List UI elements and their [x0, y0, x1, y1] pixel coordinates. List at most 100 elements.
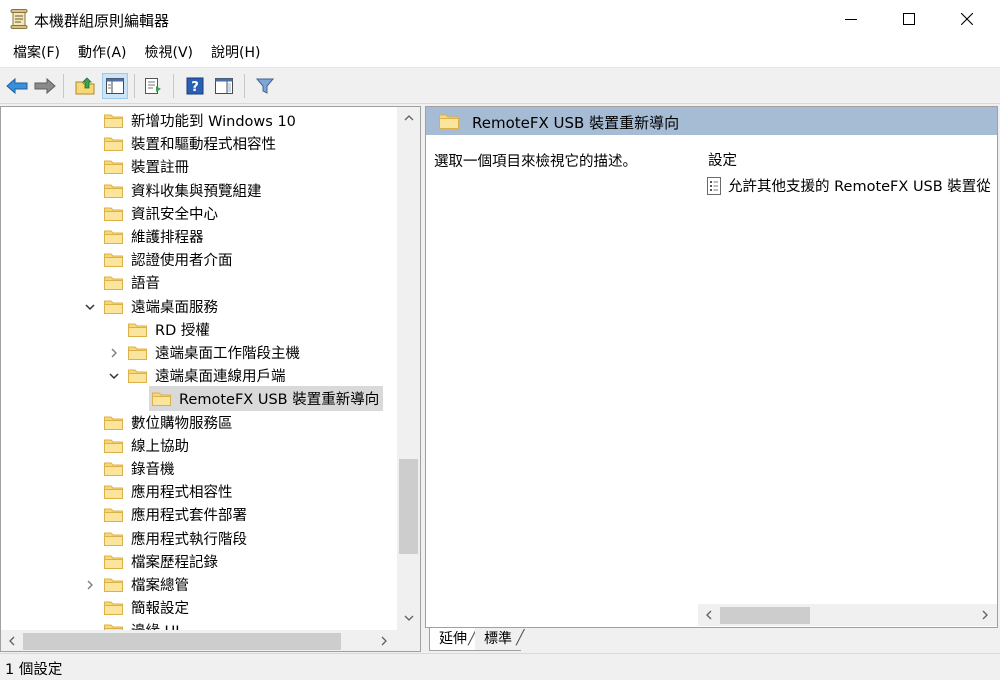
tree-horizontal-scrollbar[interactable] — [1, 630, 397, 651]
tree-item[interactable]: 資訊安全中心 — [101, 202, 222, 225]
tree-pane[interactable]: 新增功能到 Windows 10 裝置和驅動程式相容性裝置註冊資料收集與預覽組建資… — [0, 106, 421, 652]
maximize-button[interactable] — [880, 0, 938, 38]
up-one-level-button[interactable] — [72, 73, 98, 99]
settings-list: 設定 允許其他支援的 RemoteFX USB 裝置從 — [698, 135, 997, 605]
filter-icon — [256, 78, 274, 94]
tree-item-label: 應用程式執行階段 — [131, 531, 247, 548]
details-horizontal-scrollbar[interactable] — [698, 604, 997, 626]
help-button[interactable]: ? — [182, 73, 208, 99]
tree-item[interactable]: 維護排程器 — [101, 225, 208, 248]
folder-icon — [104, 485, 123, 500]
folder-icon — [104, 532, 123, 546]
policy-editor-icon — [10, 9, 28, 29]
scroll-thumb[interactable] — [23, 633, 341, 650]
tree-item[interactable]: 邊緣 UI — [101, 619, 184, 630]
tree-item[interactable]: RD 授權 — [125, 318, 214, 341]
scroll-up-button[interactable] — [397, 107, 420, 129]
tree-item-content: 遠端桌面工作階段主機 — [125, 340, 304, 365]
tree-item[interactable]: 遠端桌面連線用戶端 — [109, 363, 290, 388]
close-button[interactable] — [938, 0, 996, 38]
tree-item-content: 應用程式執行階段 — [101, 526, 251, 551]
tree-item-content: 數位購物服務區 — [101, 410, 237, 435]
tree-item[interactable]: 檔案歷程記錄 — [101, 550, 222, 573]
tree-item[interactable]: 語音 — [101, 271, 164, 294]
export-list-button[interactable] — [141, 73, 167, 99]
folder-icon — [104, 462, 123, 476]
tree-item[interactable]: 裝置和驅動程式相容性 — [101, 132, 280, 155]
tree-item[interactable]: 檔案總管 — [87, 573, 193, 596]
chevron-down-icon[interactable] — [108, 370, 120, 382]
tree-item-content: 應用程式套件部署 — [101, 502, 251, 527]
forward-button[interactable] — [32, 73, 58, 99]
tree-item-label: 應用程式相容性 — [131, 485, 233, 502]
window-title: 本機群組原則編輯器 — [34, 12, 170, 30]
chevron-left-icon — [9, 636, 15, 646]
menu-view[interactable]: 檢視(V) — [138, 41, 201, 65]
description-text: 選取一個項目來檢視它的描述。 — [434, 154, 637, 170]
tree-item-label: 維護排程器 — [131, 230, 204, 246]
scroll-thumb[interactable] — [399, 459, 418, 554]
scroll-thumb[interactable] — [720, 607, 810, 624]
show-hide-action-pane-button[interactable] — [211, 73, 237, 99]
tree-item[interactable]: 簡報設定 — [101, 596, 193, 619]
tree-item-label: 裝置註冊 — [131, 160, 189, 177]
tree-item-label: 檔案歷程記錄 — [131, 554, 218, 571]
scroll-right-button[interactable] — [373, 630, 395, 651]
export-list-icon — [145, 78, 161, 94]
tree-item[interactable]: 應用程式執行階段 — [101, 527, 251, 550]
tree-item[interactable]: 資料收集與預覽組建 — [101, 179, 266, 202]
chevron-right-icon[interactable] — [108, 347, 120, 359]
tree-item-content: 遠端桌面服務 — [101, 294, 222, 319]
chevron-down-icon[interactable] — [84, 301, 96, 313]
tree-item[interactable]: 應用程式套件部署 — [101, 503, 251, 526]
menu-action[interactable]: 動作(A) — [71, 41, 134, 65]
tree-item[interactable]: RemoteFX USB 裝置重新導向 — [149, 386, 384, 412]
folder-icon — [104, 207, 123, 221]
tree-item[interactable]: 線上協助 — [101, 434, 193, 457]
policy-item-label: 允許其他支援的 RemoteFX USB 裝置從 — [728, 179, 991, 195]
toolbar-separator — [134, 74, 135, 98]
back-button[interactable] — [4, 73, 30, 99]
tree-item[interactable]: 遠端桌面工作階段主機 — [111, 340, 304, 365]
menu-help[interactable]: 說明(H) — [204, 41, 267, 65]
tree-item-label: RD 授權 — [155, 322, 210, 339]
tree-item-label: 錄音機 — [131, 462, 175, 478]
tree-item[interactable]: 新增功能到 Windows 10 — [101, 109, 300, 132]
scrollbar-corner — [397, 630, 420, 651]
policy-setting-icon — [707, 176, 721, 195]
show-hide-tree-button[interactable] — [102, 73, 128, 99]
tree-item-content: 遠端桌面連線用戶端 — [125, 363, 290, 388]
filter-button[interactable] — [252, 73, 278, 99]
column-header-setting[interactable]: 設定 — [708, 149, 737, 170]
folder-icon — [128, 369, 147, 384]
scroll-down-button[interactable] — [397, 607, 420, 629]
folder-icon — [104, 555, 123, 569]
minimize-button[interactable] — [822, 0, 880, 38]
menu-file[interactable]: 檔案(F) — [6, 41, 67, 65]
tree-item[interactable]: 遠端桌面服務 — [85, 294, 222, 319]
chevron-left-icon — [706, 610, 712, 620]
scroll-left-button[interactable] — [1, 630, 23, 651]
tree-vertical-scrollbar[interactable] — [397, 107, 420, 630]
scroll-right-button[interactable] — [974, 604, 996, 626]
maximize-icon — [903, 13, 915, 25]
tab-standard[interactable]: 標準 — [475, 628, 521, 651]
folder-icon — [104, 276, 123, 291]
tree-item-label: 遠端桌面工作階段主機 — [155, 346, 300, 362]
chevron-right-icon[interactable] — [84, 579, 96, 591]
tree-item[interactable]: 數位購物服務區 — [101, 411, 237, 434]
tree-item[interactable]: 認證使用者介面 — [101, 248, 237, 271]
status-text: 1 個設定 — [5, 662, 63, 678]
scroll-left-button[interactable] — [698, 604, 720, 626]
tree-item-label: 簡報設定 — [131, 601, 189, 618]
tree-item-label: 檔案總管 — [131, 578, 189, 594]
tree-item-content: 線上協助 — [101, 433, 193, 458]
tree-item[interactable]: 應用程式相容性 — [101, 480, 237, 503]
tree-item-content: 邊緣 UI — [101, 618, 184, 630]
tree-item-label: 認證使用者介面 — [131, 253, 233, 270]
policy-item[interactable]: 允許其他支援的 RemoteFX USB 裝置從 — [706, 175, 991, 196]
tree-item[interactable]: 錄音機 — [101, 457, 179, 480]
tree-item-content: 裝置註冊 — [101, 154, 193, 179]
tree-item-content: 簡報設定 — [101, 595, 193, 620]
tree-item[interactable]: 裝置註冊 — [101, 155, 193, 178]
